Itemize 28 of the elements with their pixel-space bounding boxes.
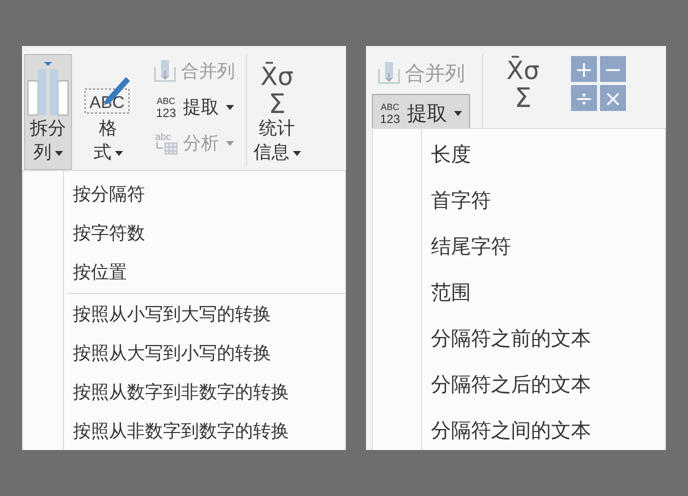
menu-item[interactable]: 按位置 xyxy=(23,253,345,292)
menu-item[interactable]: 按字符数 xyxy=(23,214,345,253)
menu-item[interactable]: 按照从数字到非数字的转换 xyxy=(23,373,345,412)
merge-columns-icon xyxy=(377,61,401,85)
statistics-button[interactable]: X̄σ Σ 统计 信息 xyxy=(253,54,301,170)
menu-item[interactable]: 结尾字符 xyxy=(373,223,665,269)
merge-columns-icon xyxy=(153,59,177,83)
split-column-icon xyxy=(26,59,70,117)
statistics-icon: X̄σ Σ xyxy=(250,57,304,117)
split-button[interactable]: 拆分 列 xyxy=(24,54,72,170)
menu-item[interactable]: 按照从非数字到数字的转换 xyxy=(23,412,345,450)
caret-icon xyxy=(114,150,122,156)
menu-item[interactable]: 分隔符之间的文本 xyxy=(373,407,665,450)
menu-item[interactable]: 范围 xyxy=(373,269,665,315)
menu-item[interactable]: 分隔符之后的文本 xyxy=(373,361,665,407)
caret-icon xyxy=(54,150,62,156)
menu-item[interactable]: 长度 xyxy=(373,131,665,177)
caret-icon xyxy=(454,110,462,116)
abc-123-icon: ABC 123 xyxy=(377,100,403,126)
menu-item[interactable]: 按照从大写到小写的转换 xyxy=(23,334,345,373)
menu-item[interactable]: 按照从小写到大写的转换 xyxy=(23,295,345,334)
abc-123-icon: ABC 123 xyxy=(153,94,179,120)
menu-item[interactable]: 按分隔符 xyxy=(23,175,345,214)
menu-item[interactable]: 首字符 xyxy=(373,177,665,223)
caret-icon xyxy=(292,150,300,156)
menu-item[interactable]: 分隔符之前的文本 xyxy=(373,315,665,361)
caret-icon xyxy=(226,140,234,146)
caret-icon xyxy=(226,104,234,110)
